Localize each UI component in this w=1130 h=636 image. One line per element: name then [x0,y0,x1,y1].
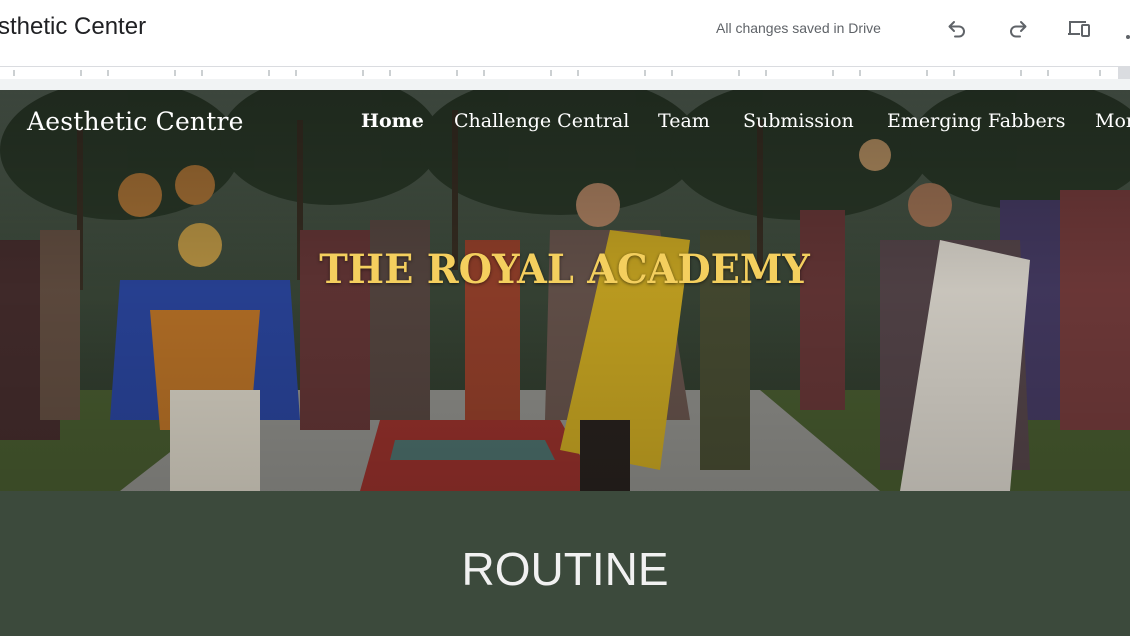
undo-icon [948,21,965,38]
canvas-gutter [0,79,1130,90]
editor-toolbar: sthetic Center All changes saved in Driv… [0,0,1130,66]
hero-title-text: THE ROYAL ACADEMY [319,246,811,293]
nav-item-emerging-fabbers[interactable]: Emerging Fabbers [887,110,1066,132]
redo-icon [1010,21,1027,38]
nav-item-challenge-central[interactable]: Challenge Central [454,110,629,132]
nav-item-team[interactable]: Team [658,110,710,132]
redo-button[interactable] [1006,16,1030,40]
undo-button[interactable] [945,16,969,40]
more-icon[interactable] [1124,26,1130,39]
device-preview-icon [1068,21,1090,37]
ruler [0,66,1130,80]
routine-section[interactable]: ROUTINE [0,491,1130,636]
document-title[interactable]: sthetic Center [0,13,146,41]
nav-item-home[interactable]: Home [361,110,424,132]
nav-item-submission[interactable]: Submission [743,110,854,132]
site-name[interactable]: Aesthetic Centre [27,107,244,136]
nav-item-more[interactable]: Mor [1095,110,1130,132]
ruler-handle[interactable] [1118,66,1130,80]
hero-banner[interactable]: Aesthetic Centre Home Challenge Central … [0,90,1130,491]
hero-title: THE ROYAL ACADEMY [0,246,1130,293]
preview-button[interactable] [1067,16,1091,40]
save-status: All changes saved in Drive [716,20,881,36]
section-title: ROUTINE [461,543,669,595]
ruler-ticks [13,70,1101,76]
